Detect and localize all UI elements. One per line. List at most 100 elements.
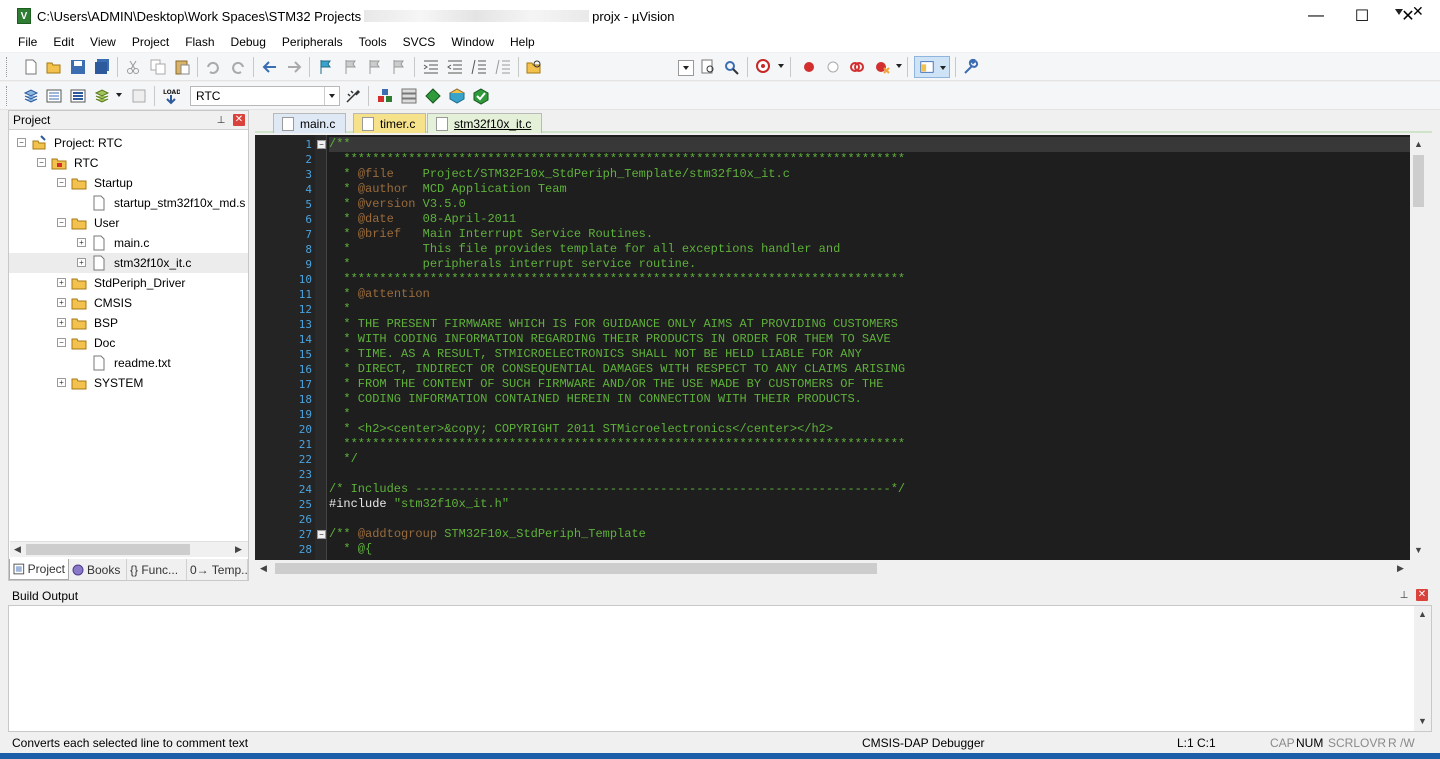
insert-breakpoint-icon[interactable] <box>800 58 818 76</box>
save-icon[interactable] <box>69 58 87 76</box>
build-output-scrollbar[interactable]: ▲ ▼ <box>1414 606 1431 731</box>
collapse-icon[interactable]: − <box>57 338 66 347</box>
indent-icon[interactable] <box>422 58 440 76</box>
chevron-down-icon[interactable] <box>1395 9 1403 15</box>
window-layout-button[interactable] <box>914 56 950 78</box>
expand-icon[interactable]: + <box>57 298 66 307</box>
bookmark-icon[interactable] <box>317 58 335 76</box>
incremental-find-icon[interactable] <box>723 58 741 76</box>
navigate-back-icon[interactable] <box>261 58 279 76</box>
tree-item-group[interactable]: − Startup <box>9 173 248 193</box>
menu-view[interactable]: View <box>82 32 124 52</box>
find-in-files-icon[interactable] <box>525 58 543 76</box>
options-for-target-icon[interactable] <box>344 87 362 105</box>
kill-all-breakpoints-icon[interactable] <box>873 58 891 76</box>
comment-selection-icon[interactable] <box>470 58 488 76</box>
scroll-right-icon[interactable]: ▶ <box>235 544 242 555</box>
chevron-down-icon[interactable] <box>324 87 339 105</box>
navigate-forward-icon[interactable] <box>285 58 303 76</box>
fold-collapse-icon[interactable]: − <box>317 140 326 149</box>
next-bookmark-icon[interactable] <box>366 58 384 76</box>
collapse-icon[interactable]: − <box>17 138 26 147</box>
pin-icon[interactable]: ⊥ <box>1398 589 1410 601</box>
menu-flash[interactable]: Flash <box>177 32 222 52</box>
build-icon[interactable] <box>45 87 63 105</box>
tree-item-project[interactable]: − Project: RTC <box>9 133 248 153</box>
tab-books[interactable]: Books <box>69 559 127 580</box>
tree-item-file[interactable]: readme.txt <box>9 353 248 373</box>
close-icon[interactable]: ✕ <box>1416 589 1428 601</box>
translate-icon[interactable] <box>22 87 40 105</box>
tab-stm32f10x-it-c[interactable]: stm32f10x_it.c <box>427 113 543 133</box>
pack-installer-icon[interactable] <box>448 87 466 105</box>
scroll-right-icon[interactable]: ▶ <box>1397 563 1404 574</box>
tab-templates[interactable]: 0→ Temp... <box>187 559 248 580</box>
uncomment-selection-icon[interactable] <box>494 58 512 76</box>
stop-build-icon[interactable] <box>130 87 148 105</box>
tree-item-group[interactable]: − User <box>9 213 248 233</box>
menu-help[interactable]: Help <box>502 32 543 52</box>
cut-icon[interactable] <box>124 58 142 76</box>
editor-vertical-scrollbar[interactable]: ▲ ▼ <box>1410 135 1427 560</box>
expand-icon[interactable]: + <box>77 238 86 247</box>
menu-debug[interactable]: Debug <box>223 32 274 52</box>
editor-horizontal-scrollbar[interactable]: ◀ ▶ <box>255 560 1410 577</box>
menu-window[interactable]: Window <box>443 32 502 52</box>
close-button[interactable]: ✕ <box>1385 0 1431 32</box>
scrollbar-thumb[interactable] <box>1413 155 1424 207</box>
menu-tools[interactable]: Tools <box>351 32 395 52</box>
menu-project[interactable]: Project <box>124 32 177 52</box>
paste-icon[interactable] <box>173 58 191 76</box>
close-icon[interactable]: ✕ <box>233 114 245 126</box>
tree-item-target[interactable]: − RTC <box>9 153 248 173</box>
tree-item-file[interactable]: + main.c <box>9 233 248 253</box>
scrollbar-thumb[interactable] <box>26 544 190 555</box>
project-horizontal-scrollbar[interactable]: ◀ ▶ <box>10 541 248 557</box>
tree-item-group[interactable]: + StdPeriph_Driver <box>9 273 248 293</box>
scroll-down-icon[interactable]: ▼ <box>1418 716 1427 726</box>
find-combo[interactable] <box>678 60 694 76</box>
target-select[interactable]: RTC <box>190 86 340 106</box>
scroll-up-icon[interactable]: ▲ <box>1418 609 1427 619</box>
tree-item-group[interactable]: − Doc <box>9 333 248 353</box>
undo-icon[interactable] <box>204 58 222 76</box>
new-file-icon[interactable] <box>22 58 40 76</box>
tab-project[interactable]: Project <box>9 559 69 580</box>
download-load-icon[interactable]: LOAD <box>162 87 180 105</box>
pin-icon[interactable]: ⊥ <box>215 114 227 126</box>
tab-timer-c[interactable]: timer.c <box>353 113 427 133</box>
expand-icon[interactable]: + <box>57 378 66 387</box>
collapse-icon[interactable]: − <box>57 178 66 187</box>
disable-breakpoint-icon[interactable] <box>824 58 842 76</box>
prev-bookmark-icon[interactable] <box>342 58 360 76</box>
open-file-icon[interactable] <box>45 58 63 76</box>
tab-main-c[interactable]: main.c <box>273 113 347 133</box>
debug-session-icon[interactable] <box>755 58 773 76</box>
scrollbar-thumb[interactable] <box>275 563 877 574</box>
select-software-packs-icon[interactable] <box>424 87 442 105</box>
expand-icon[interactable]: + <box>77 258 86 267</box>
save-all-icon[interactable] <box>93 58 111 76</box>
close-icon[interactable]: ✕ <box>1412 3 1424 20</box>
menu-svcs[interactable]: SVCS <box>395 32 444 52</box>
code-editor[interactable]: 1 2 3 4 5 6 7 8 9 10 11 12 13 14 15 16 1… <box>255 135 1410 560</box>
menu-peripherals[interactable]: Peripherals <box>274 32 351 52</box>
tree-item-group[interactable]: + SYSTEM <box>9 373 248 393</box>
tree-item-file[interactable]: startup_stm32f10x_md.s <box>9 193 248 213</box>
toolbar-grip[interactable] <box>6 57 9 77</box>
manage-multi-project-icon[interactable] <box>400 87 418 105</box>
batch-build-icon[interactable] <box>93 87 111 105</box>
disable-all-breakpoints-icon[interactable] <box>848 58 866 76</box>
unindent-icon[interactable] <box>446 58 464 76</box>
redo-icon[interactable] <box>229 58 247 76</box>
scroll-left-icon[interactable]: ◀ <box>260 563 267 574</box>
find-icon[interactable] <box>699 58 717 76</box>
fold-collapse-icon[interactable]: − <box>317 530 326 539</box>
scroll-up-icon[interactable]: ▲ <box>1414 139 1423 149</box>
rebuild-icon[interactable] <box>69 87 87 105</box>
scroll-down-icon[interactable]: ▼ <box>1414 545 1423 555</box>
collapse-icon[interactable]: − <box>37 158 46 167</box>
menu-edit[interactable]: Edit <box>45 32 82 52</box>
expand-icon[interactable]: + <box>57 318 66 327</box>
manage-project-items-icon[interactable] <box>376 87 394 105</box>
